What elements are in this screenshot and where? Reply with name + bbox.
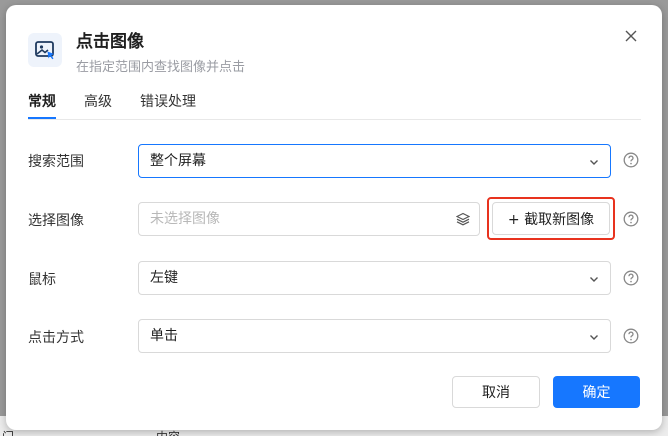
tab-divider <box>28 119 641 120</box>
help-icon[interactable] <box>623 211 639 227</box>
search-range-value: 整个屏幕 <box>150 153 206 169</box>
capture-button-label: + 截取新图像 <box>507 211 595 228</box>
capture-new-image-button[interactable]: + 截取新图像 <box>492 202 610 235</box>
cancel-button-label: 取消 <box>482 385 510 401</box>
layers-icon[interactable] <box>456 212 470 226</box>
mouse-value: 左键 <box>150 270 178 286</box>
cancel-button[interactable]: 取消 <box>452 376 540 408</box>
mouse-select[interactable]: 左键 <box>138 261 611 295</box>
dialog-subtitle: 在指定范围内查找图像并点击 <box>76 60 246 75</box>
tab-advanced[interactable]: 高级 <box>84 91 112 119</box>
click-image-dialog: 点击图像 在指定范围内查找图像并点击 常规 高级 错误处理 搜索范围 整个屏幕 … <box>6 5 662 430</box>
close-icon <box>625 30 637 42</box>
tab-error-handling[interactable]: 错误处理 <box>140 91 196 119</box>
search-range-label: 搜索范围 <box>28 154 84 170</box>
help-icon[interactable] <box>623 328 639 344</box>
mouse-label: 鼠标 <box>28 272 56 288</box>
close-button[interactable] <box>620 25 642 47</box>
click-method-label: 点击方式 <box>28 330 84 346</box>
click-method-value: 单击 <box>150 328 178 344</box>
tab-bar: 常规 高级 错误处理 <box>28 91 196 119</box>
help-icon[interactable] <box>623 152 639 168</box>
tab-general[interactable]: 常规 <box>28 91 56 119</box>
help-icon[interactable] <box>623 270 639 286</box>
select-image-label: 选择图像 <box>28 213 84 229</box>
confirm-button-label: 确定 <box>582 385 611 401</box>
chevron-down-icon <box>590 277 598 282</box>
chevron-down-icon <box>590 335 598 340</box>
chevron-down-icon <box>590 160 598 165</box>
click-method-select[interactable]: 单击 <box>138 319 611 353</box>
image-input[interactable]: 未选择图像 <box>138 202 480 236</box>
dialog-title: 点击图像 <box>76 32 144 52</box>
search-range-select[interactable]: 整个屏幕 <box>138 144 611 178</box>
image-cursor-icon <box>28 33 62 67</box>
image-input-placeholder: 未选择图像 <box>150 211 220 227</box>
confirm-button[interactable]: 确定 <box>553 376 640 408</box>
